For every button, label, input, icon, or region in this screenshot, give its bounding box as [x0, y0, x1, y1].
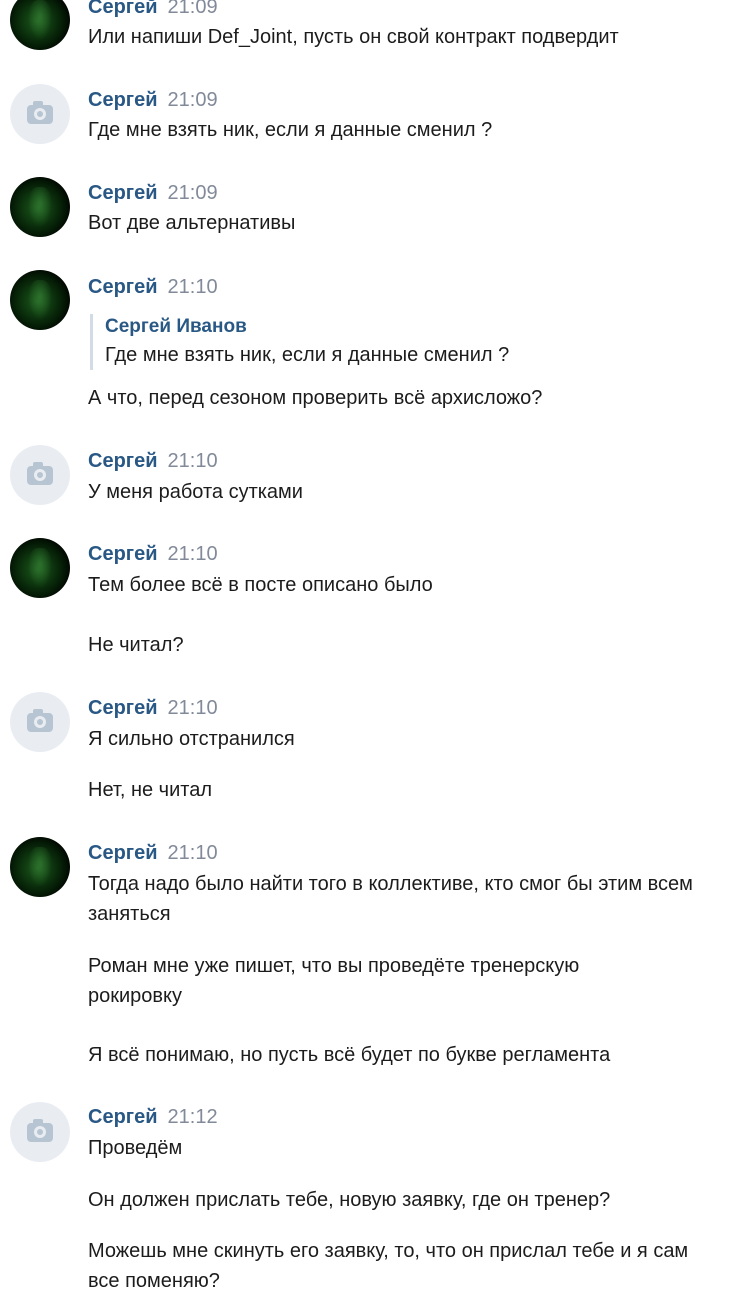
avatar[interactable] — [10, 84, 70, 144]
author-name[interactable]: Сергей — [88, 0, 158, 18]
forwarded-quote[interactable]: Сергей Иванов Где мне взять ник, если я … — [90, 314, 509, 370]
avatar[interactable] — [10, 837, 70, 897]
message-text: Роман мне уже пишет, что вы проведёте тр… — [88, 955, 580, 1007]
quote-author[interactable]: Сергей Иванов — [105, 314, 509, 340]
message-time: 21:10 — [167, 276, 218, 298]
message-text: Нет, не читал — [88, 779, 213, 801]
message-header: Сергей 21:09 — [88, 0, 218, 20]
message-text: А что, перед сезоном проверить всё архис… — [88, 387, 543, 409]
avatar[interactable] — [10, 538, 70, 598]
message-time: 21:10 — [167, 842, 218, 864]
author-name[interactable]: Сергей — [88, 543, 158, 565]
message-text: Я всё понимаю, но пусть всё будет по бук… — [88, 1044, 611, 1066]
author-name[interactable]: Сергей — [88, 182, 158, 204]
message-text: У меня работа сутками — [88, 481, 303, 503]
message-header: Сергей 21:10 — [88, 695, 218, 721]
message-text: Он должен прислать тебе, новую заявку, г… — [88, 1189, 611, 1211]
message-time: 21:09 — [167, 0, 218, 18]
message-time: 21:10 — [167, 543, 218, 565]
author-name[interactable]: Сергей — [88, 450, 158, 472]
avatar[interactable] — [10, 0, 70, 50]
message-text: Или напиши Def_Joint, пусть он свой конт… — [88, 26, 619, 48]
author-name[interactable]: Сергей — [88, 697, 158, 719]
avatar[interactable] — [10, 177, 70, 237]
message-header: Сергей 21:10 — [88, 274, 218, 300]
message-text: Тем более всё в посте описано было — [88, 574, 433, 596]
message-text: Вот две альтернативы — [88, 212, 296, 234]
message-text: Проведём — [88, 1137, 183, 1159]
message-header: Сергей 21:09 — [88, 87, 218, 113]
author-name[interactable]: Сергей — [88, 89, 158, 111]
message-header: Сергей 21:12 — [88, 1104, 218, 1130]
message-time: 21:10 — [167, 697, 218, 719]
message-header: Сергей 21:10 — [88, 541, 218, 567]
message-text: Я сильно отстранился — [88, 728, 295, 750]
message-text: Тогда надо было найти того в коллективе,… — [88, 873, 693, 925]
avatar[interactable] — [10, 1102, 70, 1162]
avatar[interactable] — [10, 445, 70, 505]
avatar[interactable] — [10, 692, 70, 752]
message-time: 21:09 — [167, 89, 218, 111]
avatar[interactable] — [10, 270, 70, 330]
message-header: Сергей 21:09 — [88, 180, 218, 206]
author-name[interactable]: Сергей — [88, 842, 158, 864]
author-name[interactable]: Сергей — [88, 1106, 158, 1128]
message-header: Сергей 21:10 — [88, 448, 218, 474]
message-text: Где мне взять ник, если я данные сменил … — [88, 119, 493, 141]
quote-text: Где мне взять ник, если я данные сменил … — [105, 344, 510, 366]
message-text: Не читал? — [88, 634, 184, 656]
message-time: 21:09 — [167, 182, 218, 204]
message-text: Можешь мне скинуть его заявку, то, что о… — [88, 1240, 689, 1292]
message-header: Сергей 21:10 — [88, 840, 218, 866]
author-name[interactable]: Сергей — [88, 276, 158, 298]
message-time: 21:10 — [167, 450, 218, 472]
message-time: 21:12 — [167, 1106, 218, 1128]
